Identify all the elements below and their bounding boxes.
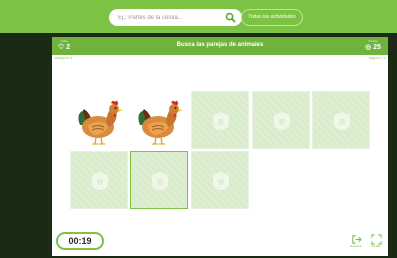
e-logo-icon: e [213,112,229,130]
game-card: Busca las parejas de animales Vidas ♡ 2 … [52,37,388,256]
hen-image [138,100,183,145]
e-logo-icon: e [213,172,229,190]
points-counter: Puntos ◎ 25 [361,39,385,52]
lives-value: 2 [66,44,71,51]
fullscreen-icon [370,234,382,245]
heart-icon: ♡ [57,44,65,51]
svg-text:e: e [339,116,345,128]
e-logo-icon: e [274,112,290,130]
svg-text:e: e [157,176,163,188]
exit-button[interactable]: Abandonar [348,234,364,254]
memory-tile[interactable]: e [312,91,370,149]
game-title: Busca las parejas de animales [176,42,264,48]
lives-counter: Vidas ♡ 2 [55,39,73,52]
hen-image [78,100,123,145]
memory-tile[interactable]: e [191,91,249,149]
e-logo-icon: e [92,172,108,190]
pairs-progress: Parejas 0 / 3 [55,56,72,60]
svg-text:e: e [97,176,103,188]
search-box[interactable] [109,9,242,26]
game-header: Busca las parejas de animales Vidas ♡ 2 … [52,37,388,55]
fullscreen-button[interactable]: Pantalla [368,234,384,254]
svg-text:e: e [279,116,285,128]
exit-icon [351,235,362,244]
all-activities-button[interactable]: Todas las actividades [241,9,303,26]
points-label: Puntos [368,39,378,43]
memory-tile-selected[interactable]: e [130,151,188,209]
svg-text:e: e [218,116,224,128]
memory-tile[interactable]: e [191,151,249,209]
top-bar: Todas las actividades [0,0,397,33]
memory-tile[interactable] [130,91,188,149]
points-value: 25 [373,44,381,51]
e-logo-icon: e [334,112,350,130]
e-logo-icon: e [152,172,168,190]
exit-label: Abandonar [349,245,363,248]
lives-label: Vidas [60,39,68,43]
memory-tile[interactable] [70,91,128,149]
target-icon: ◎ [365,44,372,51]
search-input[interactable] [118,11,223,24]
lives-value-row: ♡ 2 [55,43,73,52]
page-indicator: Página 1 / 1 [368,56,385,60]
memory-tile[interactable]: e [252,91,310,149]
search-icon[interactable] [225,12,236,23]
points-value-row: ◎ 25 [361,43,385,52]
memory-tile[interactable]: e [70,151,128,209]
svg-text:e: e [218,176,224,188]
timer-display: 00:19 [56,232,104,250]
fullscreen-label: Pantalla [371,245,381,248]
